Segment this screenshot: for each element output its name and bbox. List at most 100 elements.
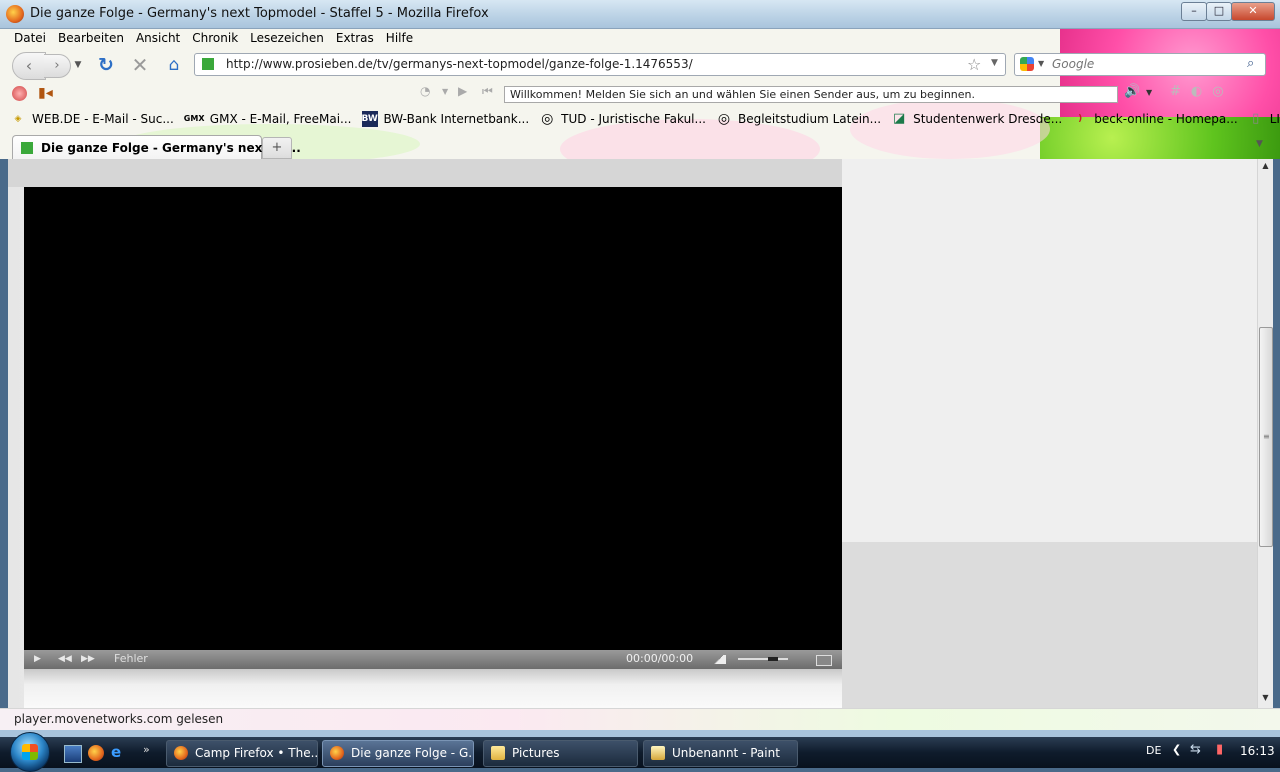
firefox-quicklaunch-icon[interactable] <box>88 745 104 761</box>
internet-explorer-icon[interactable]: e <box>111 744 127 760</box>
rewind-button[interactable]: ◀◀ <box>58 654 72 664</box>
scroll-thumb[interactable]: ≡ <box>1259 327 1273 547</box>
search-icon[interactable]: ⌕ <box>1247 56 1254 71</box>
url-bar[interactable]: http://www.prosieben.de/tv/germanys-next… <box>194 53 1006 76</box>
page-content: ▶ ◀◀ ▶▶ Fehler 00:00/00:00 <box>8 159 1257 708</box>
menu-lesezeichen[interactable]: Lesezeichen <box>244 30 330 48</box>
record-icon[interactable] <box>12 86 27 101</box>
menu-bearbeiten[interactable]: Bearbeiten <box>52 30 130 48</box>
quicklaunch-more-button[interactable]: » <box>143 743 159 759</box>
history-dropdown-icon[interactable]: ▼ <box>72 55 84 75</box>
firefox-icon <box>174 746 188 760</box>
language-indicator[interactable]: DE <box>1146 744 1161 757</box>
bookmark-item[interactable]: BW BW-Bank Internetbank... <box>352 108 529 130</box>
forward-button[interactable]: › <box>44 54 71 78</box>
menu-hilfe[interactable]: Hilfe <box>380 30 419 48</box>
taskbar-item[interactable]: Unbenannt - Paint <box>643 740 798 767</box>
content-header-strip <box>8 159 842 187</box>
bookmarks-toolbar: ◈ WEB.DE - E-Mail - Suc... GMX GMX - E-M… <box>0 108 1280 130</box>
volume-icon[interactable]: 🔊 <box>1124 84 1140 99</box>
player-time: 00:00/00:00 <box>626 652 694 665</box>
maximize-button[interactable]: □ <box>1206 2 1232 21</box>
search-input[interactable] <box>1050 56 1244 72</box>
vertical-scrollbar[interactable]: ▲ ≡ ▼ <box>1257 159 1273 708</box>
search-bar[interactable]: ▼ ⌕ <box>1014 53 1266 76</box>
bookmark-item[interactable]: ◎ Begleitstudium Latein... <box>706 108 881 130</box>
studentenwerk-icon: ◪ <box>892 111 906 126</box>
clock[interactable]: 16:13 <box>1240 744 1275 758</box>
network-icon[interactable]: ⇆ <box>1190 742 1201 757</box>
signal-dropdown-icon[interactable]: ▼ <box>442 87 448 96</box>
webde-icon: ◈ <box>14 114 22 124</box>
bookmark-item[interactable]: ◈ WEB.DE - E-Mail - Suc... <box>0 108 174 130</box>
skip-icon[interactable]: ⏮ <box>482 84 493 99</box>
beck-icon: ) <box>1078 114 1083 124</box>
taskbar-item-label: Die ganze Folge - G... <box>351 746 474 760</box>
bookmark-item[interactable]: ◪ Studentenwerk Dresde... <box>881 108 1062 130</box>
close-button[interactable]: ✕ <box>1231 2 1275 21</box>
menu-extras[interactable]: Extras <box>330 30 380 48</box>
gmx-icon: GMX <box>183 114 205 123</box>
volume-level-icon[interactable] <box>712 655 726 664</box>
bookmark-label: Studentenwerk Dresde... <box>913 112 1063 126</box>
window-titlebar[interactable]: Die ganze Folge - Germany's next Topmode… <box>0 0 1280 29</box>
bookmark-item[interactable]: ▯ LIBERO WebOPAC Einf... <box>1238 108 1280 130</box>
google-icon[interactable] <box>1020 57 1034 71</box>
back-button[interactable]: ‹ <box>12 52 46 80</box>
sidebar-lower-panel <box>842 542 1257 708</box>
window-title: Die ganze Folge - Germany's next Topmode… <box>30 6 489 21</box>
video-player[interactable] <box>24 187 842 650</box>
menu-chronik[interactable]: Chronik <box>186 30 244 48</box>
menubar: Datei Bearbeiten Ansicht Chronik Lesezei… <box>8 30 419 48</box>
toolbar-extra-icons[interactable]: #◐◎ <box>1170 84 1234 99</box>
play-button[interactable]: ▶ <box>34 654 41 664</box>
welcome-message: Willkommen! Melden Sie sich an und wähle… <box>504 86 1118 103</box>
navigation-toolbar: ‹ › ▼ ↻ ✕ ⌂ http://www.prosieben.de/tv/g… <box>0 49 1280 80</box>
taskbar-item[interactable]: Camp Firefox • The... <box>166 740 318 767</box>
url-text[interactable]: http://www.prosieben.de/tv/germanys-next… <box>226 57 693 71</box>
reload-button[interactable]: ↻ <box>94 53 118 77</box>
minimize-button[interactable]: – <box>1181 2 1207 21</box>
menu-datei[interactable]: Datei <box>8 30 52 48</box>
exit-icon[interactable]: ▮◂ <box>38 85 53 101</box>
search-engine-dropdown-icon[interactable]: ▼ <box>1038 59 1044 68</box>
volume-slider[interactable] <box>738 658 788 660</box>
scroll-down-arrow-icon[interactable]: ▼ <box>1258 693 1273 707</box>
firefox-icon <box>6 5 24 23</box>
volume-tray-icon[interactable]: ▮ <box>1216 742 1223 757</box>
sidebar-panel <box>842 159 1257 542</box>
play-icon[interactable]: ▶ <box>458 84 467 98</box>
taskbar-item-label: Unbenannt - Paint <box>672 746 780 760</box>
site-favicon-icon <box>202 58 214 70</box>
signal-icon[interactable]: ◔ <box>420 84 430 98</box>
new-tab-button[interactable]: + <box>262 137 292 159</box>
show-desktop-icon[interactable] <box>64 745 82 763</box>
folder-icon <box>491 746 505 760</box>
start-button[interactable] <box>10 732 50 772</box>
home-button[interactable]: ⌂ <box>162 53 186 77</box>
tab-bar: Die ganze Folge - Germany's next To... +… <box>0 133 1280 159</box>
volume-dropdown-icon[interactable]: ▼ <box>1146 88 1152 97</box>
bookmark-item[interactable]: ) beck-online - Homepa... <box>1062 108 1238 130</box>
status-text: player.movenetworks.com gelesen <box>14 712 224 726</box>
tab-list-icon[interactable]: ▼ <box>1256 139 1263 149</box>
tray-expand-icon[interactable]: ❮ <box>1172 743 1181 756</box>
bookmark-label: beck-online - Homepa... <box>1094 112 1238 126</box>
fullscreen-button[interactable] <box>816 655 832 666</box>
scroll-up-arrow-icon[interactable]: ▲ <box>1258 161 1273 175</box>
bookmark-star-icon[interactable]: ☆ <box>967 55 981 74</box>
bookmark-item[interactable]: ◎ TUD - Juristische Fakul... <box>529 108 706 130</box>
browser-chrome: Datei Bearbeiten Ansicht Chronik Lesezei… <box>0 29 1280 159</box>
firefox-icon <box>330 746 344 760</box>
tab-active[interactable]: Die ganze Folge - Germany's next To... <box>12 135 301 159</box>
url-dropdown-icon[interactable]: ▼ <box>991 58 998 68</box>
menu-ansicht[interactable]: Ansicht <box>130 30 186 48</box>
stop-button[interactable]: ✕ <box>128 53 152 77</box>
taskbar-item-active[interactable]: Die ganze Folge - G... <box>322 740 474 767</box>
fast-forward-button[interactable]: ▶▶ <box>81 654 95 664</box>
bookmark-item[interactable]: GMX GMX - E-Mail, FreeMai... <box>174 108 352 130</box>
player-controls: ▶ ◀◀ ▶▶ Fehler 00:00/00:00 <box>24 650 842 669</box>
taskbar-item[interactable]: Pictures <box>483 740 638 767</box>
bookmark-label: TUD - Juristische Fakul... <box>561 112 706 126</box>
volume-slider-fill[interactable] <box>768 657 778 661</box>
